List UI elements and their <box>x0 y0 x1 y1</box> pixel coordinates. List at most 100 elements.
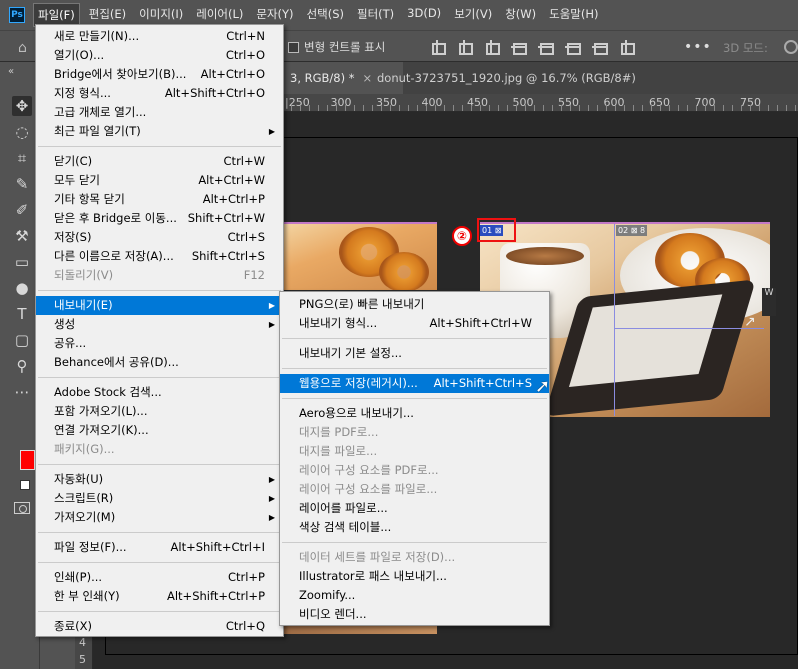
foreground-color-swatch[interactable] <box>20 450 35 470</box>
3d-orbit-icon[interactable] <box>784 40 798 54</box>
menu-item[interactable]: 웹용으로 저장(레거시)... Alt+Shift+Ctrl+S <box>280 374 549 393</box>
menu-8[interactable]: 보기(V) <box>450 3 496 27</box>
slice-label-02[interactable]: 02 ⊠ 8 <box>616 225 648 236</box>
resize-cursor-icon: ↗ <box>744 314 756 330</box>
menu-item[interactable]: 파일 정보(F)... Alt+Shift+Ctrl+I <box>36 538 283 557</box>
menu-item[interactable]: 내보내기 기본 설정... <box>280 344 549 363</box>
menu-item[interactable]: 모두 닫기 Alt+Ctrl+W <box>36 171 283 190</box>
dodge-tool-icon[interactable]: ● <box>12 278 32 298</box>
align-center-icon[interactable] <box>457 40 473 55</box>
menu-item[interactable]: 한 부 인쇄(Y) Alt+Shift+Ctrl+P <box>36 587 283 606</box>
menu-item[interactable]: 포함 가져오기(L)... <box>36 402 283 421</box>
default-colors-icon[interactable] <box>20 480 30 490</box>
slice-divider <box>614 328 764 329</box>
quick-mask-icon[interactable] <box>14 502 30 514</box>
menu-item[interactable]: Behance에서 공유(D)... <box>36 353 283 372</box>
align-middle-icon[interactable] <box>565 40 581 55</box>
transform-controls-toggle[interactable]: 변형 컨트롤 표시 <box>288 39 385 55</box>
menu-item[interactable]: 인쇄(P)... Ctrl+P <box>36 568 283 587</box>
ruler-tick <box>300 105 301 111</box>
collapse-panel-icon[interactable]: « <box>8 66 14 77</box>
annotation-step-badge: ② <box>452 226 472 246</box>
menu-item[interactable]: 닫기(C) Ctrl+W <box>36 152 283 171</box>
align-top-icon[interactable] <box>538 40 554 55</box>
menu-5[interactable]: 선택(S) <box>303 3 348 27</box>
align-right-icon[interactable] <box>484 40 500 55</box>
menu-item-label: 내보내기 기본 설정... <box>299 346 402 360</box>
gradient-tool-icon[interactable]: ▭ <box>12 252 32 272</box>
align-bottom-icon[interactable] <box>592 40 608 55</box>
lasso-tool-icon[interactable]: ◌ <box>12 122 32 142</box>
menu-item[interactable]: 가져오기(M) ▶ <box>36 508 283 527</box>
menu-item: 레이어 구성 요소를 파일로... <box>280 480 549 499</box>
menu-item-label: 가져오기(M) <box>54 510 116 524</box>
slice-outline <box>480 222 770 224</box>
align-left-icon[interactable] <box>430 40 446 55</box>
menu-item[interactable]: 닫은 후 Bridge로 이동... Shift+Ctrl+W <box>36 209 283 228</box>
tab-document-2[interactable]: donut-3723751_1920.jpg @ 16.7% (RGB/8#) … <box>367 62 667 117</box>
menu-item[interactable]: PNG으(로) 빠른 내보내기 <box>280 295 549 314</box>
move-tool-icon[interactable]: ✥ <box>12 96 32 116</box>
menu-item[interactable]: 공유... <box>36 334 283 353</box>
ruler-tick <box>633 105 634 111</box>
brush-tool-icon[interactable]: ✐ <box>12 200 32 220</box>
menu-item[interactable]: 내보내기(E) ▶ <box>36 296 283 315</box>
menu-item[interactable]: Illustrator로 패스 내보내기... <box>280 567 549 586</box>
menu-item-label: 새로 만들기(N)... <box>54 29 140 43</box>
menu-item[interactable]: 열기(O)... Ctrl+O <box>36 46 283 65</box>
menu-7[interactable]: 3D(D) <box>403 3 445 27</box>
menu-item[interactable]: 자동화(U) ▶ <box>36 470 283 489</box>
distribute-vertical-icon[interactable] <box>619 40 635 55</box>
menu-item[interactable]: Aero용으로 내보내기... <box>280 404 549 423</box>
menu-item[interactable]: 새로 만들기(N)... Ctrl+N <box>36 27 283 46</box>
menu-item[interactable]: 레이어를 파일로... <box>280 499 549 518</box>
coffee-image <box>506 247 584 265</box>
menu-item[interactable]: 비디오 렌더... <box>280 605 549 624</box>
menu-item[interactable]: 기타 항목 닫기 Alt+Ctrl+P <box>36 190 283 209</box>
menu-item: 대지를 PDF로... <box>280 423 549 442</box>
crop-tool-icon[interactable]: ⌗ <box>12 148 32 168</box>
ereader-screen <box>568 294 723 388</box>
ruler-tick <box>579 105 580 111</box>
home-icon[interactable]: ⌂ <box>18 40 27 56</box>
zoom-tool-icon[interactable]: ⚲ <box>12 356 32 376</box>
menu-item[interactable]: 다른 이름으로 저장(A)... Shift+Ctrl+S <box>36 247 283 266</box>
menu-item[interactable]: Adobe Stock 검색... <box>36 383 283 402</box>
side-panel-tab[interactable]: W <box>762 288 776 316</box>
more-options-icon[interactable]: ••• <box>684 39 712 55</box>
transform-checkbox[interactable] <box>288 41 299 53</box>
menu-item[interactable]: 생성 ▶ <box>36 315 283 334</box>
menu-separator <box>38 146 281 147</box>
type-tool-icon[interactable]: T <box>12 304 32 324</box>
menu-item[interactable]: 연결 가져오기(K)... <box>36 421 283 440</box>
ruler-tick <box>588 105 589 111</box>
menu-item[interactable]: 스크립트(R) ▶ <box>36 489 283 508</box>
ruler-tick <box>669 105 670 111</box>
menu-9[interactable]: 창(W) <box>501 3 540 27</box>
menu-item[interactable]: 내보내기 형식... Alt+Shift+Ctrl+W <box>280 314 549 333</box>
menu-item-label: 닫기(C) <box>54 154 93 168</box>
menu-item-shortcut: Ctrl+W <box>223 154 265 168</box>
donut-image <box>379 252 429 290</box>
menu-6[interactable]: 필터(T) <box>353 3 398 27</box>
ruler-tick <box>327 105 328 111</box>
clone-stamp-icon[interactable]: ⚒ <box>12 226 32 246</box>
ruler-tick <box>543 105 544 111</box>
menu-item-label: 패키지(G)... <box>54 442 115 456</box>
menu-separator <box>282 368 547 369</box>
menu-item[interactable]: 색상 검색 테이블... <box>280 518 549 537</box>
rectangle-tool-icon[interactable]: ▢ <box>12 330 32 350</box>
menu-item[interactable]: 종료(X) Ctrl+Q <box>36 617 283 636</box>
menu-item[interactable]: 최근 파일 열기(T) ▶ <box>36 122 283 141</box>
extra-tools-icon[interactable]: ⋯ <box>12 382 32 402</box>
distribute-horizontal-icon[interactable] <box>511 40 527 55</box>
menu-10[interactable]: 도움말(H) <box>545 3 602 27</box>
menu-item[interactable]: 고급 개체로 열기... <box>36 103 283 122</box>
menu-item[interactable]: Bridge에서 찾아보기(B)... Alt+Ctrl+O <box>36 65 283 84</box>
menu-item: 되돌리기(V) F12 <box>36 266 283 285</box>
menu-item[interactable]: Zoomify... <box>280 586 549 605</box>
menu-item[interactable]: 지정 형식... Alt+Shift+Ctrl+O <box>36 84 283 103</box>
eyedropper-tool-icon[interactable]: ✎ <box>12 174 32 194</box>
menu-item[interactable]: 저장(S) Ctrl+S <box>36 228 283 247</box>
menu-item-label: PNG으(로) 빠른 내보내기 <box>299 297 425 311</box>
